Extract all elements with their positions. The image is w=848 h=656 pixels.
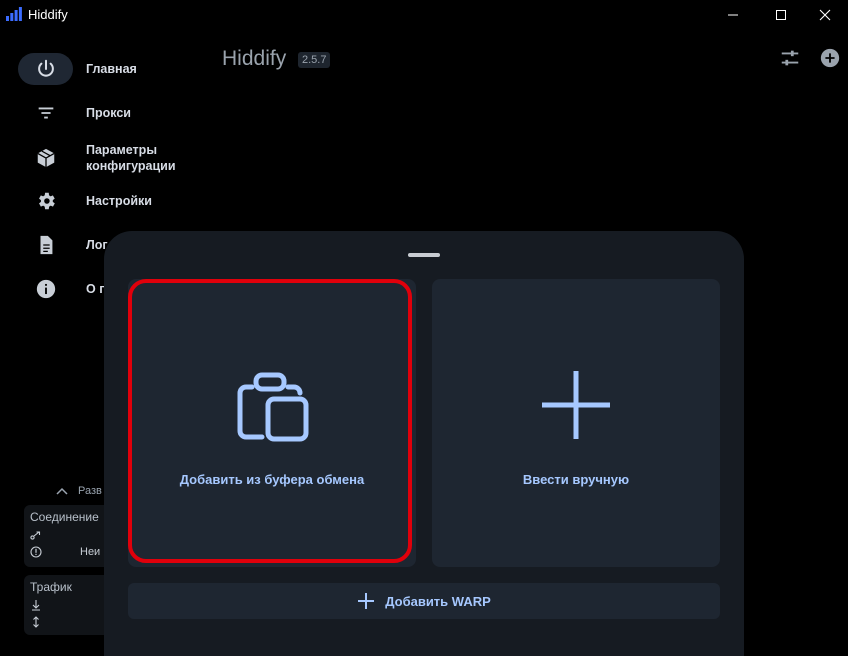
chevron-up-icon bbox=[56, 487, 68, 495]
connection-title: Соединение bbox=[30, 510, 99, 524]
close-button[interactable] bbox=[802, 0, 848, 30]
app-brand-title: Hiddify bbox=[222, 47, 287, 70]
connection-status: Неи bbox=[80, 546, 101, 558]
info-outline-icon bbox=[30, 546, 42, 558]
plus-icon bbox=[358, 593, 375, 609]
sidebar-item-config-options[interactable]: Параметры конфигурации bbox=[18, 140, 208, 176]
power-icon bbox=[18, 53, 73, 85]
maximize-icon bbox=[776, 10, 786, 20]
info-icon bbox=[18, 273, 73, 305]
sidebar-item-settings[interactable]: Настройки bbox=[18, 184, 208, 218]
manual-label: Ввести вручную bbox=[522, 472, 630, 487]
box-icon bbox=[18, 142, 73, 174]
add-profile-button[interactable] bbox=[818, 46, 842, 70]
add-profile-sheet: Добавить из буфера обмена Ввести вручную… bbox=[104, 231, 744, 656]
clipboard-icon bbox=[128, 365, 416, 445]
quick-settings-button[interactable] bbox=[778, 46, 802, 70]
sidebar-item-label: Настройки bbox=[86, 194, 152, 208]
manual-entry-card[interactable]: Ввести вручную bbox=[432, 279, 720, 567]
sliders-icon bbox=[781, 50, 799, 66]
warp-label: Добавить WARP bbox=[385, 593, 491, 609]
route-icon bbox=[30, 531, 41, 540]
sidebar-item-home[interactable]: Главная bbox=[18, 52, 208, 86]
minimize-button[interactable] bbox=[710, 0, 756, 30]
plus-icon bbox=[432, 365, 720, 445]
add-circle-icon bbox=[820, 48, 840, 68]
sidebar-item-label: Параметры конфигурации bbox=[86, 143, 176, 173]
close-icon bbox=[819, 9, 831, 21]
sidebar-item-label: Прокси bbox=[86, 106, 131, 120]
stats-collapse-toggle[interactable]: Разв bbox=[56, 485, 102, 497]
traffic-title: Трафик bbox=[30, 580, 72, 594]
up-down-arrows-icon bbox=[33, 616, 39, 628]
window-title: Hiddify bbox=[28, 7, 68, 22]
document-icon bbox=[18, 229, 73, 261]
title-bar: Hiddify bbox=[0, 0, 848, 30]
maximize-button[interactable] bbox=[758, 0, 804, 30]
app-window: Hiddify Главная Прокси Параметры конфигу… bbox=[0, 0, 848, 656]
gear-icon bbox=[18, 185, 73, 217]
sidebar-item-proxies[interactable]: Прокси bbox=[18, 96, 208, 130]
filter-list-icon bbox=[18, 97, 73, 129]
download-icon bbox=[32, 600, 40, 611]
collapse-label: Разв bbox=[78, 485, 102, 497]
sidebar-item-label: Главная bbox=[86, 62, 137, 76]
drag-handle[interactable] bbox=[408, 253, 440, 257]
version-badge: 2.5.7 bbox=[298, 52, 331, 68]
minimize-icon bbox=[728, 14, 738, 16]
app-logo-icon bbox=[6, 7, 22, 21]
clipboard-label: Добавить из буфера обмена bbox=[179, 472, 365, 487]
add-from-clipboard-card[interactable]: Добавить из буфера обмена bbox=[128, 279, 416, 567]
add-warp-button[interactable]: Добавить WARP bbox=[128, 583, 720, 619]
